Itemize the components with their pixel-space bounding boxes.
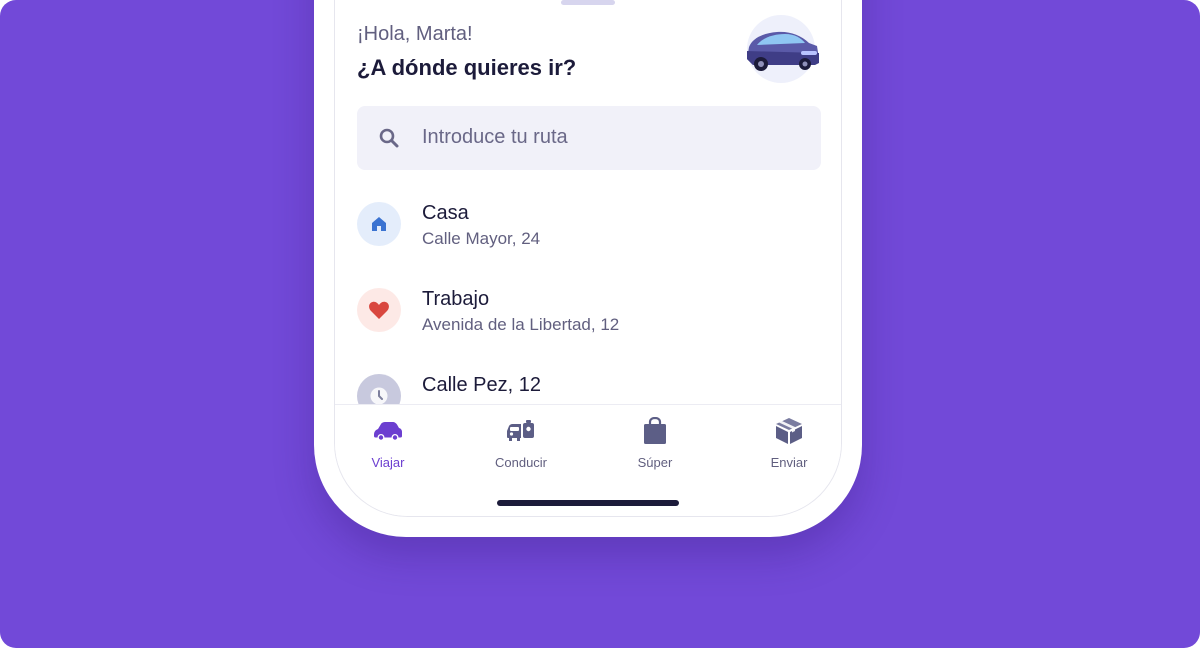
heart-icon [357, 288, 401, 332]
tab-label: Conducir [494, 455, 548, 470]
place-item-home[interactable]: Casa Calle Mayor, 24 [357, 200, 821, 270]
package-icon [773, 417, 805, 445]
tab-enviar[interactable]: Enviar [739, 405, 839, 475]
place-title: Calle Pez, 12 [422, 374, 541, 396]
app-background: ¡Hola, Marta! ¿A dónde quieres ir? Intro… [0, 0, 1200, 648]
home-indicator-bar[interactable] [497, 500, 679, 506]
tab-viajar[interactable]: Viajar [338, 405, 438, 475]
tab-label: Súper [637, 455, 673, 470]
shopping-bag-icon [639, 416, 671, 445]
destination-question: ¿A dónde quieres ir? [357, 55, 577, 80]
route-search-input[interactable]: Introduce tu ruta [357, 106, 821, 170]
search-placeholder: Introduce tu ruta [422, 126, 568, 148]
sheet-drag-handle[interactable] [561, 0, 615, 5]
tab-label: Viajar [371, 455, 405, 470]
place-title: Trabajo [422, 288, 490, 310]
place-address: Avenida de la Libertad, 12 [422, 315, 620, 334]
tab-super[interactable]: Súper [605, 405, 705, 475]
car-icon [372, 417, 404, 445]
tab-label: Enviar [770, 455, 808, 470]
tab-conducir[interactable]: Conducir [471, 405, 571, 475]
saved-places-list: Casa Calle Mayor, 24 Trabajo Avenida de … [357, 200, 821, 404]
greeting-text: ¡Hola, Marta! [357, 23, 473, 45]
phone-screen: ¡Hola, Marta! ¿A dónde quieres ir? Intro… [334, 0, 842, 517]
place-item-recent[interactable]: Calle Pez, 12 [357, 372, 821, 404]
place-item-work[interactable]: Trabajo Avenida de la Libertad, 12 [357, 286, 821, 356]
place-address: Calle Mayor, 24 [422, 229, 541, 248]
rental-car-icon [505, 417, 537, 445]
home-icon [357, 202, 401, 246]
clock-icon [357, 374, 401, 404]
phone-frame: ¡Hola, Marta! ¿A dónde quieres ir? Intro… [314, 0, 862, 537]
place-title: Casa [422, 202, 469, 224]
search-icon [377, 126, 401, 150]
car-illustration-icon [743, 13, 821, 83]
